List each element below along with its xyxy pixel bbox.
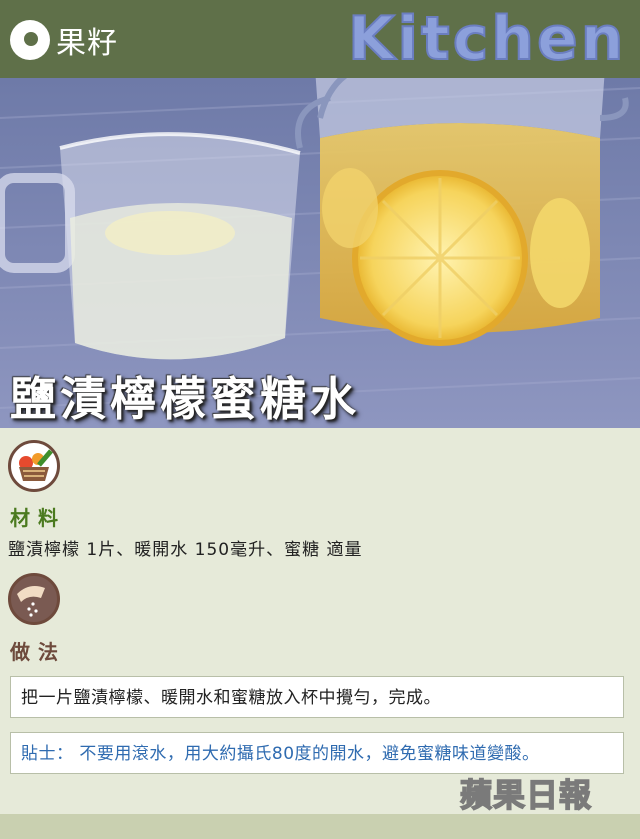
recipe-title: 鹽漬檸檬蜜糖水 (10, 372, 360, 426)
sprinkling-hand-icon (8, 573, 60, 625)
brand-logo[interactable]: 果籽 (10, 18, 118, 62)
ingredients-list: 鹽漬檸檬 1片、暖開水 150毫升、蜜糖 適量 (8, 540, 363, 560)
method-heading: 做法 (10, 640, 66, 664)
brand-name: 果籽 (56, 26, 118, 61)
tip-box: 貼士： 不要用滾水，用大約攝氏80度的開水，避免蜜糖味道變酸。 (10, 732, 624, 774)
bottom-strip (0, 814, 640, 839)
method-step: 把一片鹽漬檸檬、暖開水和蜜糖放入杯中攪勻，完成。 (10, 676, 624, 718)
lemon-jar (295, 78, 629, 346)
vegetable-basket-icon (8, 440, 60, 492)
kitchen-label: Kitchen (347, 3, 627, 75)
hero-image: 鹽漬檸檬蜜糖水 (0, 78, 640, 428)
apple-daily-logo: 蘋果日報 (459, 775, 593, 815)
brand-mark-icon (10, 20, 50, 60)
top-bar: 果籽 Kitchen (0, 0, 640, 78)
ingredients-heading: 材料 (10, 506, 66, 530)
